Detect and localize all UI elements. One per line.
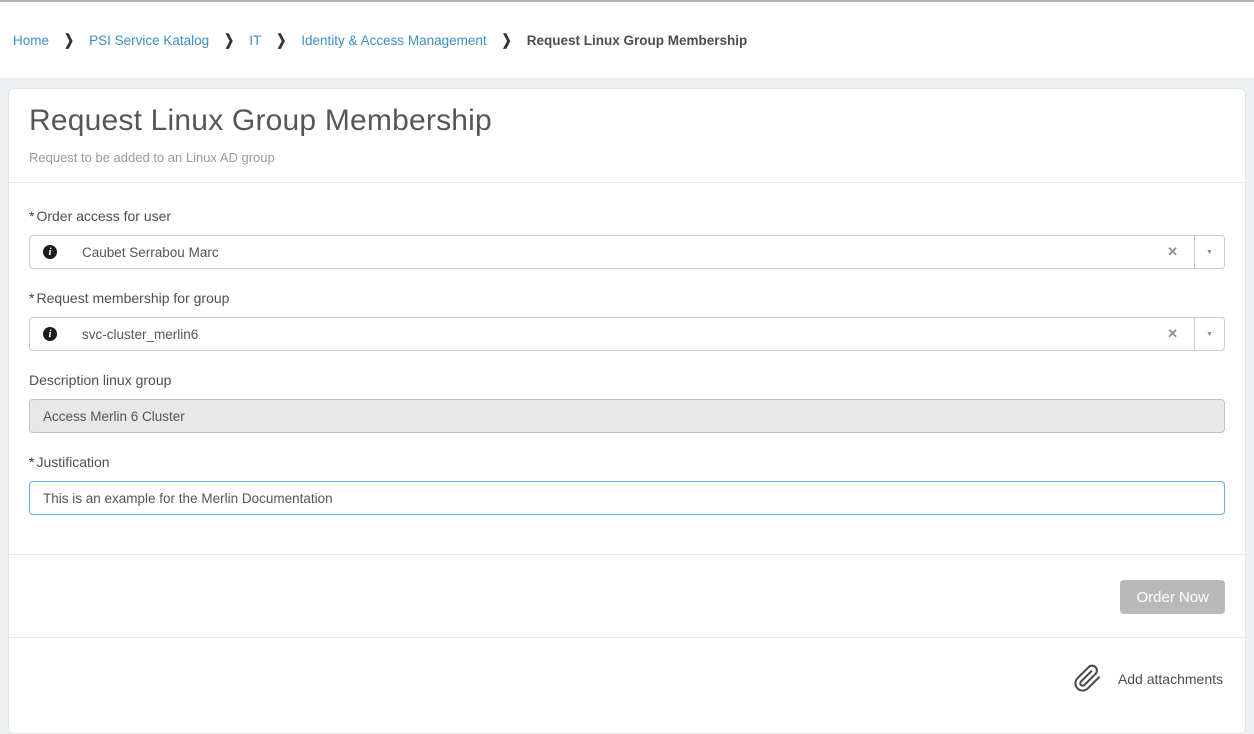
add-attachments-button[interactable]: Add attachments <box>1073 664 1223 693</box>
justification-field-label-text: Justification <box>36 454 109 470</box>
user-dropdown-button[interactable]: ▼ <box>1194 235 1225 269</box>
user-lookup-value: Caubet Serrabou Marc <box>82 245 1163 260</box>
group-lookup-group: i svc-cluster_merlin6 ✕ ▼ <box>29 317 1225 351</box>
breadcrumb-home[interactable]: Home <box>13 33 49 48</box>
chevron-right-icon: ❯ <box>502 31 512 49</box>
description-field <box>29 399 1225 433</box>
request-form-card: Request Linux Group Membership Request t… <box>8 88 1246 734</box>
breadcrumb-current-page: Request Linux Group Membership <box>527 33 748 48</box>
breadcrumb-identity-access-management[interactable]: Identity & Access Management <box>301 33 486 48</box>
order-button-row: Order Now <box>9 555 1245 637</box>
breadcrumb-psi-service-katalog[interactable]: PSI Service Katalog <box>89 33 209 48</box>
caret-down-icon: ▼ <box>1206 331 1213 338</box>
form-fields-section: *Order access for user i Caubet Serrabou… <box>9 208 1245 554</box>
required-marker: * <box>29 208 34 224</box>
required-marker: * <box>29 454 34 470</box>
breadcrumb-bar: Home ❯ PSI Service Katalog ❯ IT ❯ Identi… <box>0 0 1254 79</box>
chevron-right-icon: ❯ <box>64 31 74 49</box>
form-header: Request Linux Group Membership Request t… <box>9 89 1245 182</box>
page-subtitle: Request to be added to an Linux AD group <box>29 150 1225 165</box>
header-divider <box>9 182 1245 183</box>
info-icon: i <box>43 245 57 259</box>
clear-icon[interactable]: ✕ <box>1163 242 1182 262</box>
clear-icon[interactable]: ✕ <box>1163 324 1182 344</box>
required-marker: * <box>29 290 34 306</box>
user-field-label-text: Order access for user <box>36 208 171 224</box>
group-field-label-text: Request membership for group <box>36 290 229 306</box>
caret-down-icon: ▼ <box>1206 249 1213 256</box>
justification-field-label: *Justification <box>29 454 1225 470</box>
order-now-button[interactable]: Order Now <box>1120 580 1225 614</box>
user-lookup-group: i Caubet Serrabou Marc ✕ ▼ <box>29 235 1225 269</box>
group-dropdown-button[interactable]: ▼ <box>1194 317 1225 351</box>
chevron-right-icon: ❯ <box>276 31 286 49</box>
group-lookup-value: svc-cluster_merlin6 <box>82 327 1163 342</box>
user-lookup-field[interactable]: i Caubet Serrabou Marc ✕ <box>29 235 1195 269</box>
user-field-label: *Order access for user <box>29 208 1225 224</box>
justification-input[interactable] <box>29 481 1225 515</box>
paperclip-icon <box>1073 664 1102 693</box>
add-attachments-label: Add attachments <box>1118 671 1223 687</box>
group-lookup-field[interactable]: i svc-cluster_merlin6 ✕ <box>29 317 1195 351</box>
group-field-label: *Request membership for group <box>29 290 1225 306</box>
breadcrumb-it[interactable]: IT <box>249 33 261 48</box>
description-field-label-text: Description linux group <box>29 372 171 388</box>
description-field-label: Description linux group <box>29 372 1225 388</box>
chevron-right-icon: ❯ <box>224 31 234 49</box>
attachments-row: Add attachments <box>9 638 1245 733</box>
breadcrumb: Home ❯ PSI Service Katalog ❯ IT ❯ Identi… <box>13 33 747 48</box>
info-icon: i <box>43 327 57 341</box>
page-title: Request Linux Group Membership <box>29 104 1225 138</box>
